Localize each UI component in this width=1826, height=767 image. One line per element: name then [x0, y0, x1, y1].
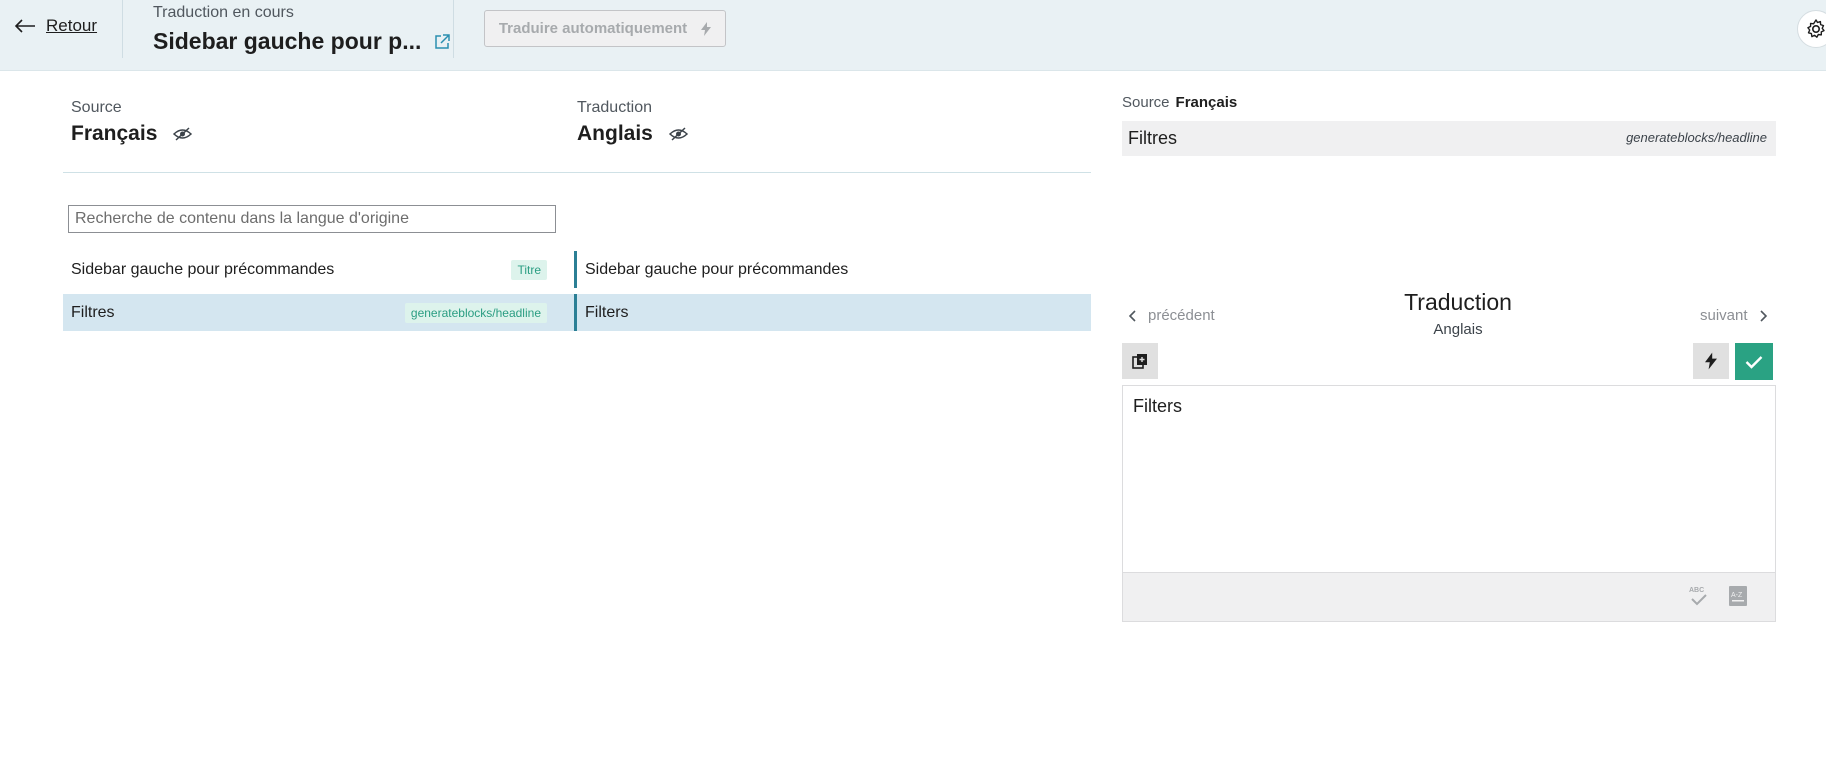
machine-translate-button[interactable]: [1693, 343, 1729, 379]
translation-language: Anglais: [1433, 321, 1483, 338]
panel-source-label-text: Source: [1122, 94, 1170, 111]
document-title: Sidebar gauche pour p...: [153, 28, 451, 55]
string-row-selected[interactable]: Filtres generateblocks/headline Filters: [63, 294, 1091, 331]
column-header-divider: [63, 172, 1091, 173]
previous-button[interactable]: précédent: [1128, 307, 1215, 324]
copy-source-button[interactable]: [1122, 343, 1158, 379]
previous-label: précédent: [1148, 307, 1215, 324]
spellcheck-icon[interactable]: ABC: [1688, 584, 1710, 608]
eye-slash-icon[interactable]: [173, 127, 193, 141]
panel-source-language: Français: [1175, 94, 1238, 111]
target-string: Filters: [585, 304, 629, 321]
row-divider: [574, 251, 577, 288]
chevron-left-icon: [1128, 309, 1136, 322]
panel-source-label: Source Français: [1122, 94, 1237, 111]
translation-status: Traduction en cours: [153, 4, 294, 21]
source-language-name: Français: [71, 122, 158, 145]
svg-text:ABC: ABC: [1689, 587, 1704, 594]
arrow-left-icon: [14, 19, 35, 33]
svg-text:A-Z: A-Z: [1731, 592, 1743, 599]
header-divider: [122, 0, 123, 58]
translation-editor: Filters ABC A-Z: [1122, 385, 1776, 622]
row-divider: [574, 294, 577, 331]
settings-button[interactable]: [1797, 10, 1826, 48]
source-language: Français: [71, 122, 193, 146]
target-language-name: Anglais: [577, 122, 653, 145]
panel-source-block: generateblocks/headline: [1626, 130, 1767, 145]
back-button[interactable]: Retour: [14, 16, 97, 36]
check-icon: [1745, 355, 1763, 369]
bolt-icon: [1705, 352, 1717, 370]
translation-title: Traduction: [1404, 289, 1512, 315]
external-link-icon[interactable]: [433, 33, 451, 51]
target-string: Sidebar gauche pour précommandes: [585, 261, 849, 278]
target-column-label: Traduction: [577, 99, 652, 116]
string-row[interactable]: Sidebar gauche pour précommandes Titre S…: [63, 251, 1091, 288]
save-translation-button[interactable]: [1735, 343, 1773, 380]
block-type-tag: Titre: [511, 260, 547, 280]
source-string: Filtres: [71, 304, 115, 321]
chevron-right-icon: [1759, 309, 1767, 322]
header-divider-2: [453, 0, 454, 58]
panel-source-box: Filtres generateblocks/headline: [1122, 121, 1776, 156]
gear-icon: [1807, 19, 1825, 38]
translation-textarea[interactable]: Filters: [1123, 386, 1775, 573]
target-language: Anglais: [577, 122, 688, 146]
document-title-text: Sidebar gauche pour p...: [153, 28, 422, 54]
back-label: Retour: [46, 16, 98, 35]
next-button[interactable]: suivant: [1700, 307, 1768, 324]
next-label: suivant: [1700, 307, 1748, 324]
auto-translate-label: Traduire automatiquement: [498, 20, 688, 37]
copy-icon: [1132, 354, 1147, 369]
eye-slash-icon[interactable]: [668, 127, 688, 141]
bolt-icon: [701, 21, 712, 36]
top-bar: Retour Traduction en cours Sidebar gauch…: [0, 0, 1826, 71]
auto-translate-button[interactable]: Traduire automatiquement: [484, 10, 726, 47]
source-column-label: Source: [71, 99, 122, 116]
block-type-tag: generateblocks/headline: [404, 303, 547, 323]
glossary-icon[interactable]: A-Z: [1728, 585, 1748, 607]
panel-source-text: Filtres: [1128, 128, 1177, 148]
source-string: Sidebar gauche pour précommandes: [71, 261, 335, 278]
search-input[interactable]: [68, 205, 556, 233]
editor-toolbar: ABC A-Z: [1123, 572, 1775, 621]
